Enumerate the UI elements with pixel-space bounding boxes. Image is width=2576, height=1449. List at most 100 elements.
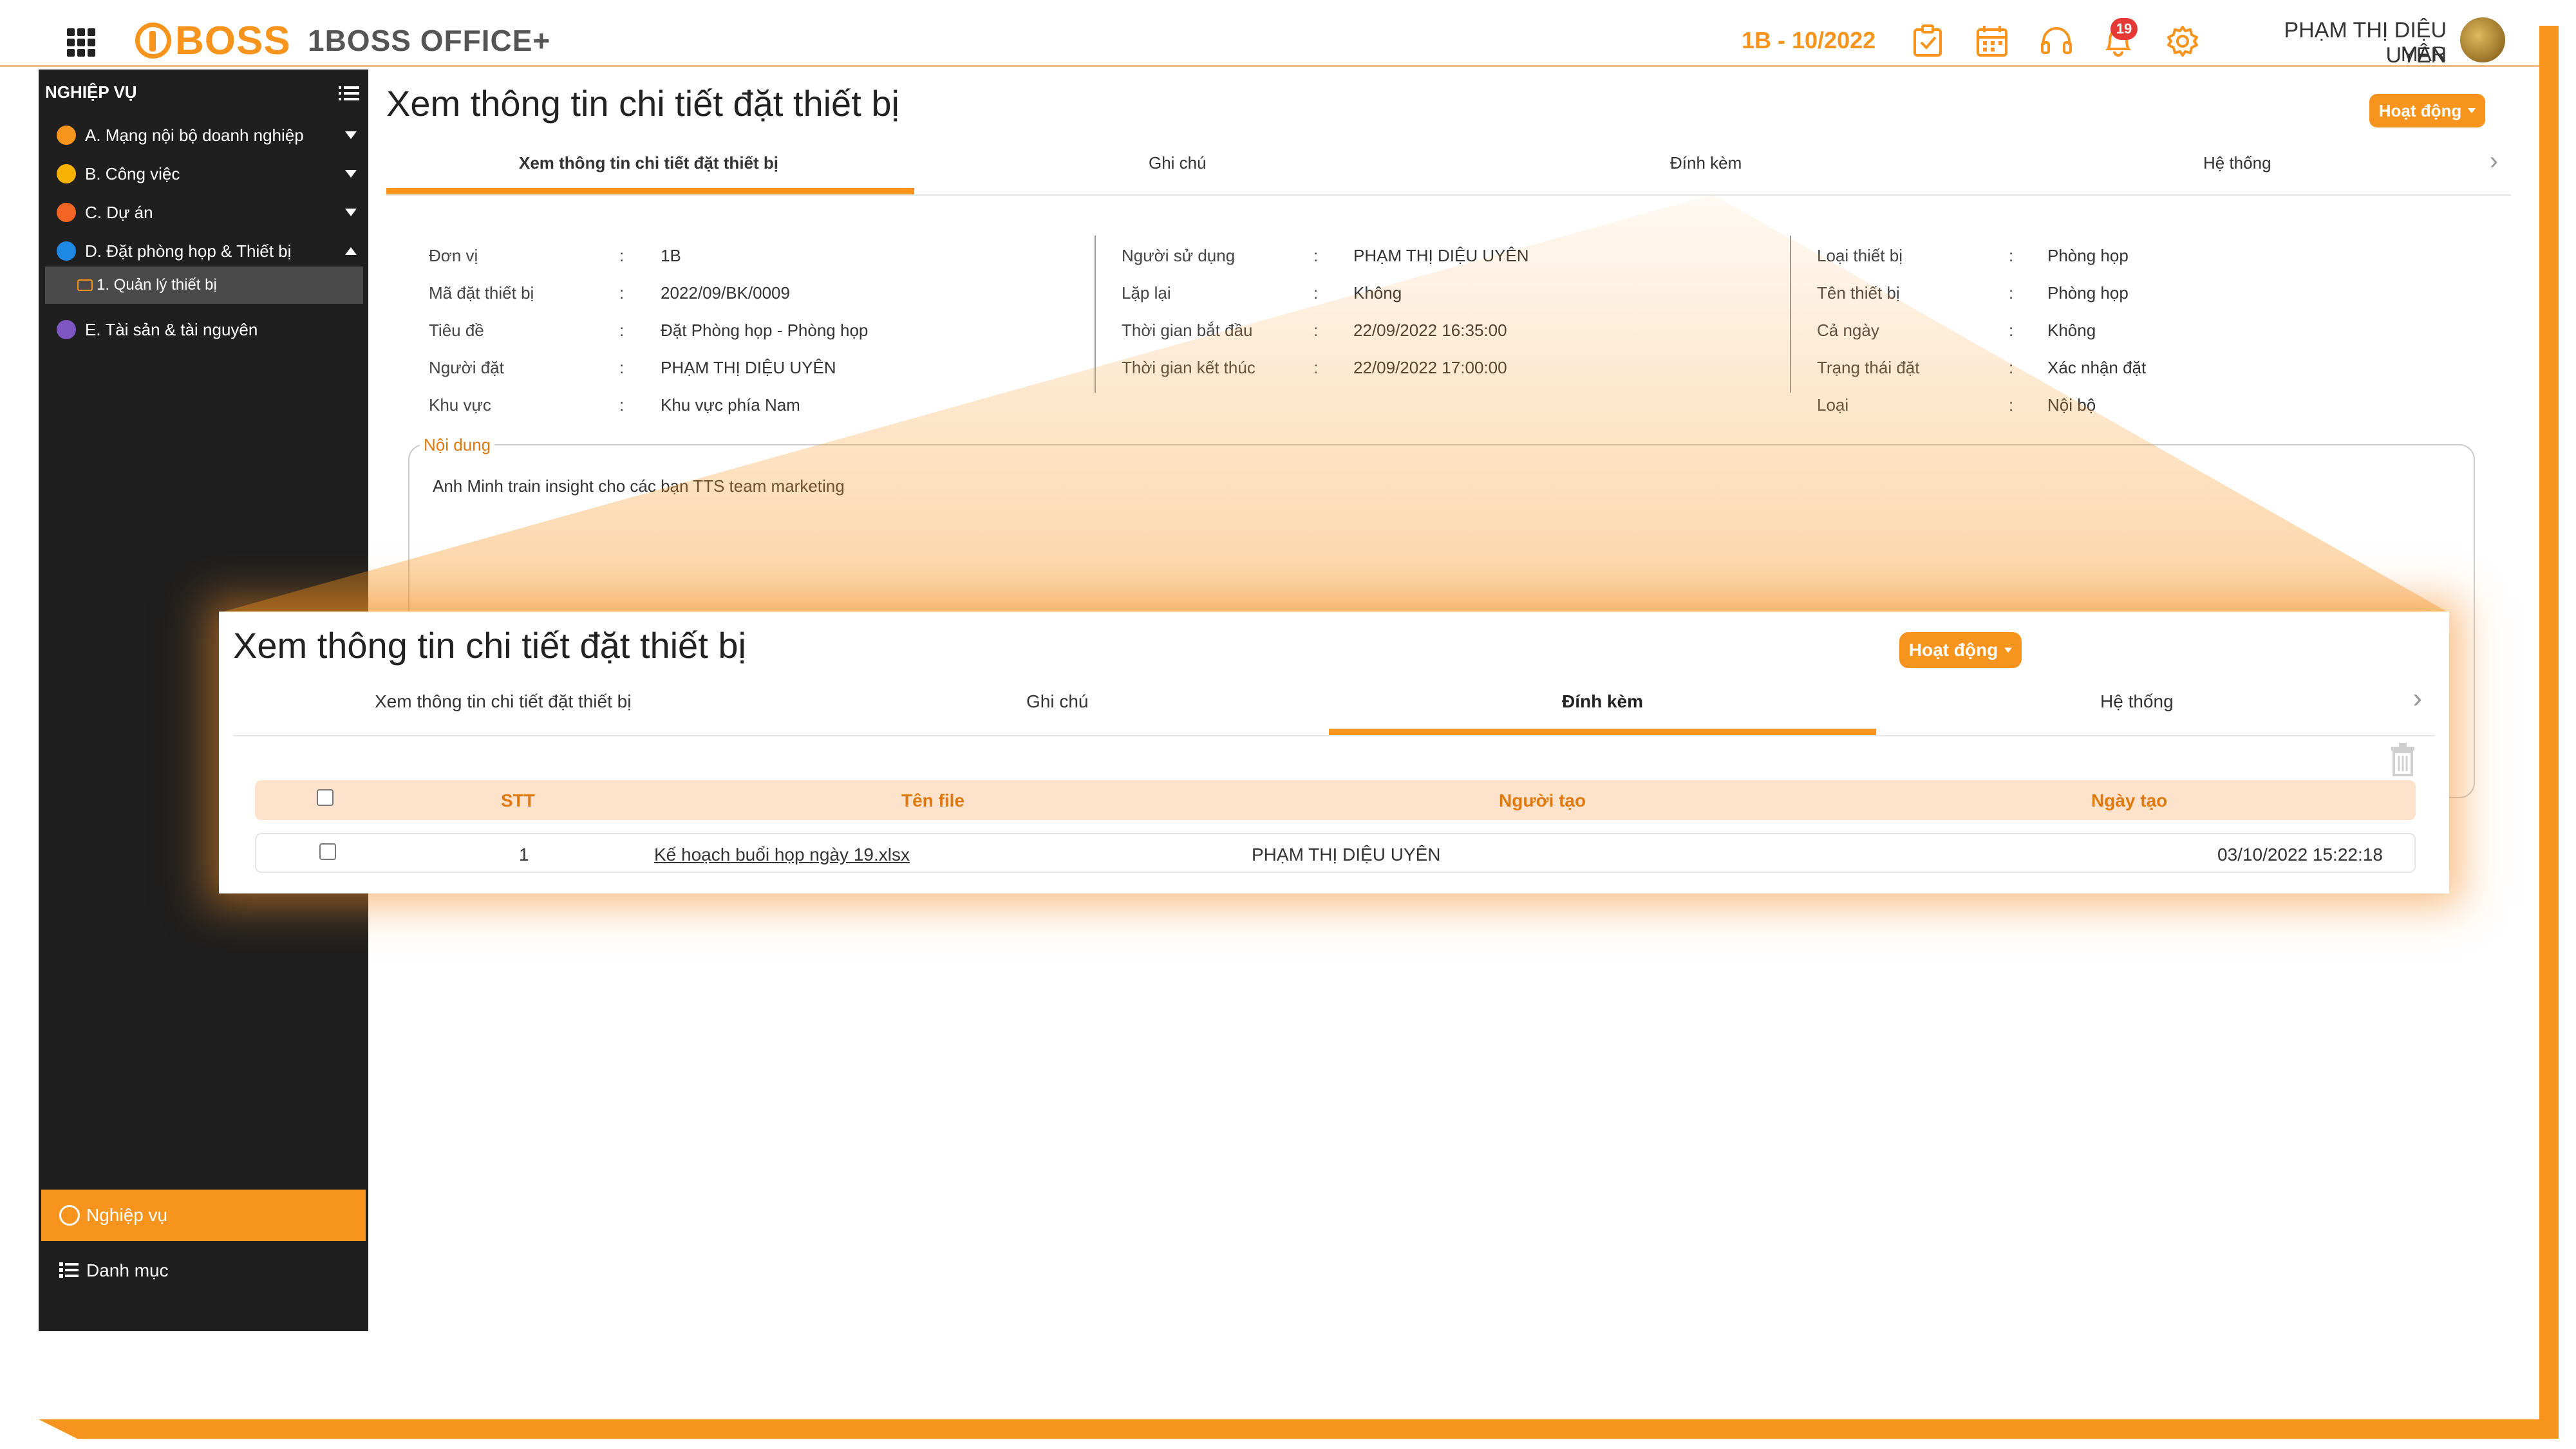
chevron-right-icon[interactable]: › — [2490, 147, 2498, 176]
field-label: Trạng thái đặt — [1817, 358, 1920, 377]
logo[interactable]: BOSS — [135, 18, 291, 63]
field-colon: : — [619, 246, 625, 265]
tab-details[interactable]: Xem thông tin chi tiết đặt thiết bị — [375, 691, 631, 712]
chevron-right-icon[interactable]: › — [2412, 682, 2422, 715]
tab-details[interactable]: Xem thông tin chi tiết đặt thiết bị — [519, 153, 778, 173]
field-label: Loại thiết bị — [1817, 246, 1903, 265]
tab-attachments[interactable]: Đính kèm — [1562, 691, 1643, 712]
column-header-file-name: Tên file — [901, 790, 965, 810]
table-header: STT Tên file Người tạo Ngày tạo — [255, 780, 2416, 820]
field-colon: : — [1313, 283, 1319, 303]
sidebar-bottom-label: Danh mục — [86, 1260, 169, 1280]
tab-notes[interactable]: Ghi chú — [1149, 153, 1207, 173]
field-colon: : — [619, 395, 625, 415]
booking-icon — [57, 241, 76, 261]
sidebar-item-projects[interactable]: C. Dự án — [57, 200, 368, 225]
zoom-tab-bar: Xem thông tin chi tiết đặt thiết bị Ghi … — [233, 682, 2435, 736]
caret-down-icon — [2004, 648, 2013, 653]
field-colon: : — [619, 358, 625, 377]
notification-badge: 19 — [2111, 18, 2138, 40]
field-colon: : — [619, 321, 625, 340]
chevron-up-icon — [345, 247, 357, 255]
field-colon: : — [2009, 395, 2014, 415]
frame-border-right — [2539, 26, 2559, 1423]
column-divider — [1095, 236, 1096, 393]
activity-button-label: Hoạt động — [2378, 100, 2462, 120]
sidebar-item-assets[interactable]: E. Tài sản & tài nguyên — [57, 317, 368, 342]
field-label: Thời gian bắt đầu — [1122, 321, 1253, 340]
chevron-down-icon — [345, 131, 357, 139]
headset-icon[interactable] — [2038, 23, 2074, 59]
sidebar-item-label: E. Tài sản & tài nguyên — [85, 319, 258, 339]
frame-border-bottom — [39, 1419, 2559, 1439]
content-legend: Nội dung — [420, 435, 495, 455]
select-all-checkbox[interactable] — [317, 789, 334, 806]
chevron-down-icon — [345, 209, 357, 216]
trash-icon[interactable] — [2389, 743, 2417, 776]
sidebar-item-booking[interactable]: D. Đặt phòng họp & Thiết bị — [57, 238, 368, 264]
assets-icon — [57, 320, 76, 339]
field-value: 22/09/2022 16:35:00 — [1353, 321, 1507, 340]
logo-mark-icon — [135, 23, 171, 59]
field-value: 22/09/2022 17:00:00 — [1353, 358, 1507, 377]
field-value: PHẠM THỊ DIỆU UYÊN — [661, 358, 836, 377]
sidebar-header: NGHIỆP VỤ — [45, 82, 137, 102]
task-check-icon[interactable] — [1911, 23, 1947, 59]
field-colon: : — [2009, 283, 2014, 303]
column-header-creator: Người tạo — [1499, 790, 1586, 810]
logo-text: BOSS — [175, 18, 291, 63]
sidebar-subitem-device-management[interactable]: 1. Quản lý thiết bị — [45, 266, 363, 304]
sidebar-item-label: A. Mạng nội bộ doanh nghiệp — [85, 125, 304, 145]
avatar[interactable] — [2458, 15, 2507, 64]
field-colon: : — [1313, 246, 1319, 265]
gear-icon[interactable] — [2165, 23, 2201, 59]
catalog-list-icon — [59, 1262, 79, 1278]
tab-notes[interactable]: Ghi chú — [1026, 691, 1089, 712]
field-label: Thời gian kết thúc — [1122, 358, 1255, 377]
intranet-icon — [57, 126, 76, 145]
sidebar-item-intranet[interactable]: A. Mạng nội bộ doanh nghiệp — [57, 122, 368, 148]
field-colon: : — [2009, 246, 2014, 265]
field-value: 2022/09/BK/0009 — [661, 283, 790, 303]
sidebar-bottom-label: Nghiệp vụ — [86, 1205, 168, 1225]
page-title: Xem thông tin chi tiết đặt thiết bị — [386, 83, 899, 124]
column-header-created-date: Ngày tạo — [2091, 790, 2168, 810]
file-link[interactable]: Kế hoạch buổi họp ngày 19.xlsx — [654, 845, 910, 865]
sidebar-subitem-label: 1. Quản lý thiết bị — [97, 276, 217, 294]
field-label: Tên thiết bị — [1817, 283, 1900, 303]
zoom-activity-button-label: Hoạt động — [1908, 640, 1998, 660]
app-root: BOSS 1BOSS OFFICE+ 1B - 10/2022 19 PHẠM … — [0, 0, 2576, 1449]
field-colon: : — [2009, 358, 2014, 377]
tab-system[interactable]: Hệ thống — [2100, 691, 2174, 712]
tasks-icon — [57, 164, 76, 183]
zoom-activity-button[interactable]: Hoạt động — [1899, 632, 2022, 668]
field-label: Tiêu đề — [429, 321, 484, 340]
sidebar-item-label: C. Dự án — [85, 202, 153, 222]
field-colon: : — [2009, 321, 2014, 340]
row-creator: PHẠM THỊ DIỆU UYÊN — [1252, 845, 1441, 865]
field-label: Người sử dụng — [1122, 246, 1236, 265]
sidebar-item-tasks[interactable]: B. Công việc — [57, 161, 368, 187]
sidebar-bottom-business[interactable]: Nghiệp vụ — [41, 1190, 366, 1241]
row-checkbox[interactable] — [319, 843, 336, 860]
user-department: MAR — [2400, 42, 2447, 66]
tab-system[interactable]: Hệ thống — [2203, 153, 2271, 173]
field-label: Lặp lại — [1122, 283, 1171, 303]
top-bar: BOSS 1BOSS OFFICE+ 1B - 10/2022 19 PHẠM … — [0, 0, 2539, 68]
field-label: Mã đặt thiết bị — [429, 283, 534, 303]
tab-attachments[interactable]: Đính kèm — [1670, 153, 1742, 173]
row-file-link[interactable]: Kế hoạch buổi họp ngày 19.xlsx — [654, 845, 910, 865]
activity-button[interactable]: Hoạt động — [2369, 94, 2485, 127]
field-value: Nội bộ — [2047, 395, 2096, 415]
field-value: Xác nhận đặt — [2047, 358, 2147, 377]
field-label: Đơn vị — [429, 246, 478, 265]
field-label: Cả ngày — [1817, 321, 1879, 340]
sidebar-bottom-catalog[interactable]: Danh mục — [41, 1245, 366, 1296]
app-title: 1BOSS OFFICE+ — [308, 24, 551, 57]
period-selector[interactable]: 1B - 10/2022 — [1742, 27, 1876, 54]
field-label: Loại — [1817, 395, 1849, 415]
apps-grid-icon[interactable] — [67, 28, 95, 57]
calendar-icon[interactable] — [1974, 23, 2010, 59]
list-toggle-icon[interactable] — [339, 85, 359, 102]
caret-down-icon — [2468, 108, 2476, 113]
